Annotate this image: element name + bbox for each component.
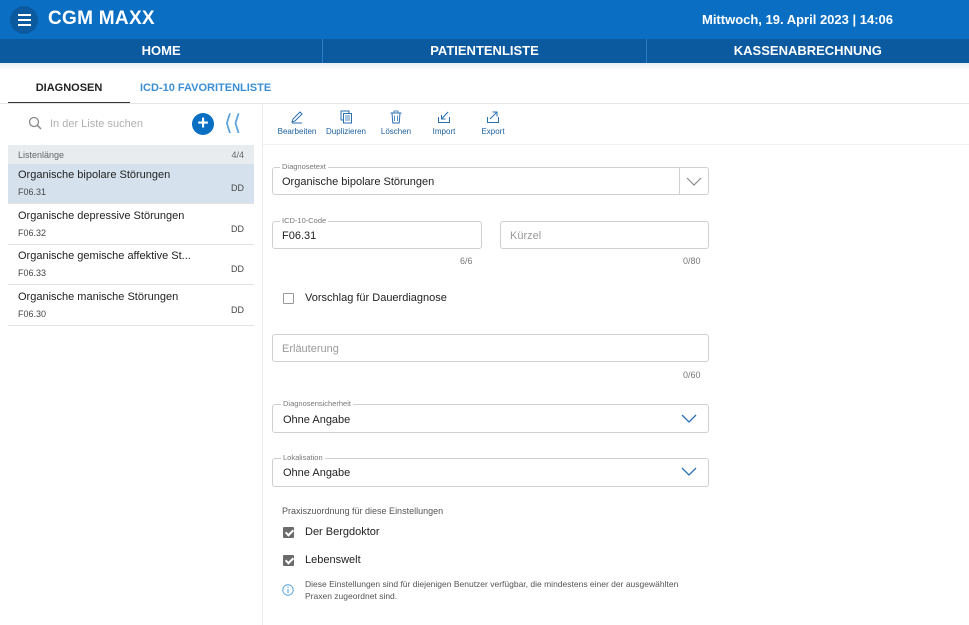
list-item-tag: DD — [231, 224, 244, 234]
icd10-code-value: F06.31 — [282, 230, 317, 242]
chevron-down-icon[interactable] — [686, 177, 702, 187]
search-icon — [28, 116, 42, 130]
dauerdiagnose-label: Vorschlag für Dauerdiagnose — [305, 292, 447, 304]
erlaeuterung-counter: 0/60 — [683, 370, 701, 380]
list-item[interactable]: Organische bipolare Störungen F06.31 DD — [8, 164, 254, 204]
diagnosetext-label: Diagnosetext — [280, 162, 328, 171]
list-item-tag: DD — [231, 305, 244, 315]
list-item-code: F06.33 — [18, 268, 47, 278]
datetime-display: Mittwoch, 19. April 2023 | 14:06 — [701, 12, 893, 27]
praxis-bergdoktor-label: Der Bergdoktor — [305, 526, 380, 538]
list-length-label: Listenlänge — [18, 150, 65, 160]
praxis-lebenswelt-checkbox[interactable] — [283, 555, 294, 566]
dropdown-divider — [679, 168, 680, 194]
diagnosensicherheit-select[interactable]: Ohne Angabe — [272, 404, 709, 433]
nav-kassenabrechnung[interactable]: KASSENABRECHNUNG — [647, 39, 969, 63]
list-item[interactable]: Organische gemische affektive St... F06.… — [8, 245, 254, 285]
trash-icon — [390, 110, 402, 124]
icd10-code-field[interactable]: F06.31 — [272, 221, 482, 249]
nav-home[interactable]: HOME — [0, 39, 324, 63]
lokalisation-select[interactable]: Ohne Angabe — [272, 458, 709, 487]
list-item-name: Organische gemische affektive St... — [18, 250, 191, 262]
praxis-section-title: Praxiszuordnung für diese Einstellungen — [282, 506, 444, 516]
tab-bar: DIAGNOSEN ICD-10 FAVORITENLISTE — [8, 80, 281, 104]
praxis-info-line2: Praxen zugeordnet sind. — [305, 591, 398, 601]
main-nav: HOME PATIENTENLISTE KASSENABRECHNUNG — [0, 39, 969, 63]
dauerdiagnose-checkbox[interactable] — [283, 293, 294, 304]
chevron-down-icon[interactable] — [681, 467, 697, 477]
nav-patientenliste[interactable]: PATIENTENLISTE — [323, 39, 647, 63]
export-button[interactable]: Export — [470, 110, 516, 136]
delete-button[interactable]: Löschen — [373, 110, 419, 136]
lokalisation-value: Ohne Angabe — [283, 467, 351, 479]
icd10-code-label: ICD-10-Code — [280, 216, 329, 225]
list-item-name: Organische depressive Störungen — [18, 210, 185, 222]
edit-label: Bearbeiten — [277, 127, 317, 136]
diagnosetext-value: Organische bipolare Störungen — [282, 176, 435, 188]
list-item[interactable]: Organische depressive Störungen F06.32 D… — [8, 205, 254, 245]
praxis-bergdoktor-checkbox[interactable] — [283, 527, 294, 538]
collapse-panel-icon[interactable]: ⟨⟨ — [224, 110, 241, 136]
import-button[interactable]: Import — [421, 110, 467, 136]
search-row: + ⟨⟨ — [24, 110, 254, 136]
tab-icd10-favoritenliste[interactable]: ICD-10 FAVORITENLISTE — [130, 80, 281, 104]
chevron-down-icon[interactable] — [681, 414, 697, 424]
import-label: Import — [432, 127, 456, 136]
list-item-code: F06.32 — [18, 228, 47, 238]
kuerzel-placeholder: Kürzel — [510, 230, 542, 242]
delete-label: Löschen — [380, 127, 412, 136]
toolbar-divider — [263, 144, 969, 145]
praxis-info-text: Diese Einstellungen sind für diejenigen … — [305, 578, 725, 602]
diagnosetext-select[interactable]: Organische bipolare Störungen — [272, 167, 709, 195]
list-header: Listenlänge 4/4 — [8, 145, 254, 164]
duplicate-icon — [340, 110, 352, 124]
kuerzel-field[interactable]: Kürzel — [500, 221, 709, 249]
edit-button[interactable]: Bearbeiten — [274, 110, 320, 136]
import-icon — [438, 111, 450, 123]
pencil-icon — [291, 111, 303, 124]
list-item-tag: DD — [231, 183, 244, 193]
lokalisation-label: Lokalisation — [281, 453, 325, 462]
duplicate-button[interactable]: Duplizieren — [323, 110, 369, 136]
export-label: Export — [481, 127, 505, 136]
app-header: CGM MAXX Mittwoch, 19. April 2023 | 14:0… — [0, 0, 969, 39]
add-diagnosis-button[interactable]: + — [192, 113, 214, 135]
praxis-lebenswelt-label: Lebenswelt — [305, 554, 361, 566]
list-item-tag: DD — [231, 264, 244, 274]
export-icon — [487, 111, 499, 123]
icd10-code-counter: 6/6 — [460, 256, 473, 266]
list-item-name: Organische bipolare Störungen — [18, 169, 171, 181]
search-input[interactable] — [50, 115, 200, 133]
diagnosensicherheit-value: Ohne Angabe — [283, 414, 351, 426]
info-icon — [282, 584, 294, 596]
praxis-info-line1: Diese Einstellungen sind für diejenigen … — [305, 579, 679, 589]
tab-divider — [0, 103, 969, 104]
tab-diagnosen[interactable]: DIAGNOSEN — [8, 80, 130, 104]
list-count: 4/4 — [231, 150, 244, 160]
app-title: CGM MAXX — [48, 8, 155, 29]
kuerzel-counter: 0/80 — [683, 256, 701, 266]
nav-shadow — [0, 63, 969, 70]
erlaeuterung-placeholder: Erläuterung — [282, 343, 339, 355]
list-item-name: Organische manische Störungen — [18, 291, 179, 303]
list-item[interactable]: Organische manische Störungen F06.30 DD — [8, 286, 254, 326]
menu-icon[interactable] — [10, 6, 38, 34]
list-item-code: F06.31 — [18, 187, 47, 197]
diagnosensicherheit-label: Diagnosensicherheit — [281, 399, 353, 408]
duplicate-label: Duplizieren — [325, 127, 367, 136]
erlaeuterung-field[interactable]: Erläuterung — [272, 334, 709, 362]
panel-divider — [262, 104, 263, 625]
list-item-code: F06.30 — [18, 309, 47, 319]
